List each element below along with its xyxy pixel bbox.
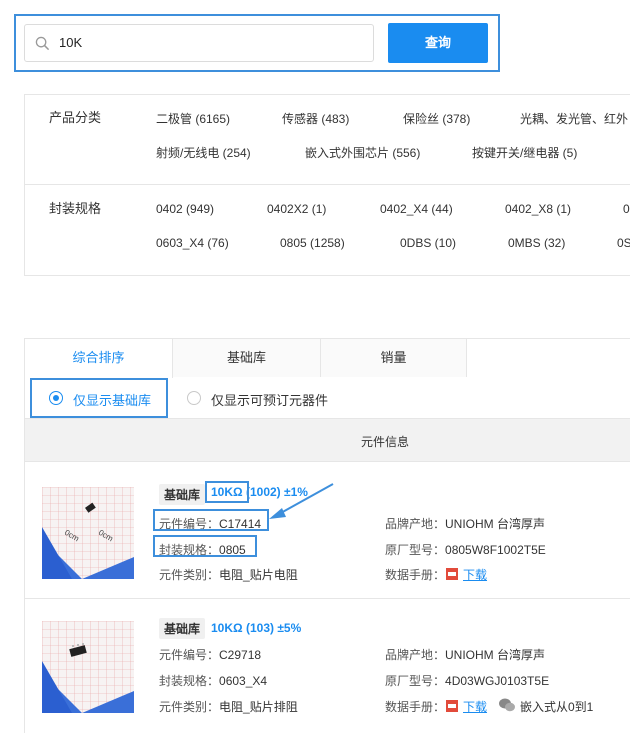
filter-radio-row: 仅显示基础库 仅显示可预订元器件 (25, 378, 630, 418)
filter-option[interactable]: 嵌入式外围芯片 (556) (305, 144, 420, 161)
datasheet-line: 数据手册： 下载 (385, 566, 487, 583)
basic-library-badge: 基础库 (159, 484, 206, 505)
filter-option[interactable]: 0 (623, 202, 630, 216)
brand-value: UNIOHM 台湾厚声 (445, 648, 546, 662)
brand-line: 品牌产地：UNIOHM 台湾厚声 (385, 646, 545, 663)
watermark: 嵌入式从0到1 (498, 692, 630, 720)
results-panel: 综合排序 基础库 销量 仅显示基础库 仅显示可预订元器件 元件信息 0cm 0c… (24, 338, 630, 733)
table-header: 元件信息 (25, 418, 630, 462)
search-input[interactable] (59, 25, 359, 61)
radio-label-orderable-only[interactable]: 仅显示可预订元器件 (211, 390, 328, 409)
filter-row-category: 产品分类 二极管 (6165) 传感器 (483) 保险丝 (378) 光耦、发… (25, 95, 630, 185)
sort-tabs: 综合排序 基础库 销量 (25, 339, 630, 378)
category-value: 电阻_贴片排阻 (219, 700, 298, 714)
category-value: 电阻_贴片电阻 (219, 568, 298, 582)
brand-line: 品牌产地：UNIOHM 台湾厚声 (385, 515, 545, 532)
search-box[interactable] (24, 24, 374, 62)
filter-option[interactable]: 0402 (949) (156, 202, 214, 216)
part-code-highlight-box (153, 509, 269, 531)
category-label: 元件类别： (159, 700, 220, 714)
datasheet-label: 数据手册： (385, 700, 446, 714)
mfr-part-value: 0805W8F1002T5E (445, 543, 546, 557)
pdf-icon (446, 700, 459, 712)
download-link[interactable]: 下载 (463, 568, 487, 582)
package-label: 封装规格： (159, 674, 220, 688)
tab-overall-sort[interactable]: 综合排序 (25, 339, 173, 378)
filter-panel: 产品分类 二极管 (6165) 传感器 (483) 保险丝 (378) 光耦、发… (24, 94, 630, 276)
filter-option[interactable]: 保险丝 (378) (403, 110, 470, 127)
annotation-arrow-icon (269, 483, 334, 519)
filter-option[interactable]: 射频/无线电 (254) (156, 144, 251, 161)
pdf-icon (446, 568, 459, 580)
filter-option[interactable]: 0402X2 (1) (267, 202, 326, 216)
tabs-spacer (467, 339, 630, 377)
mfr-part-label: 原厂型号： (385, 543, 446, 557)
filter-label-category: 产品分类 (49, 110, 102, 125)
product-tolerance: ±5% (277, 621, 302, 635)
filter-option[interactable]: 0DBS (10) (400, 236, 456, 250)
radio-label-basic-only[interactable]: 仅显示基础库 (73, 390, 151, 409)
package-highlight-box (153, 535, 257, 557)
datasheet-line: 数据手册： 下载 (385, 698, 487, 715)
brand-label: 品牌产地： (385, 648, 446, 662)
category-label: 元件类别： (159, 568, 220, 582)
value-highlight-box (205, 481, 249, 503)
table-header-label: 元件信息 (361, 435, 410, 449)
list-item: 0cm 0cm 基础库 10KΩ (1002) ±1% 元件编号：C17414 … (25, 463, 630, 599)
watermark-text: 嵌入式从0到1 (520, 700, 594, 714)
product-value[interactable]: 10KΩ (211, 621, 243, 635)
filter-option[interactable]: 二极管 (6165) (156, 110, 230, 127)
filter-option[interactable]: 0402_X4 (44) (380, 202, 453, 216)
mfr-part-label: 原厂型号： (385, 674, 446, 688)
part-code-line: 元件编号：C29718 (159, 646, 261, 663)
brand-value: UNIOHM 台湾厚声 (445, 517, 546, 531)
mfr-part-value: 4D03WGJ0103T5E (445, 674, 550, 688)
product-name[interactable]: 10KΩ (103) ±5% (211, 621, 301, 635)
filter-option[interactable]: 0603_X4 (76) (156, 236, 229, 250)
filter-option[interactable]: 0S (617, 236, 630, 250)
tab-sales[interactable]: 销量 (321, 339, 467, 377)
package-line: 封装规格：0603_X4 (159, 672, 267, 689)
product-image: 0cm 0cm (42, 487, 134, 579)
filter-option[interactable]: 按键开关/继电器 (5) (472, 144, 577, 161)
filter-row-package: 封装规格 0402 (949) 0402X2 (1) 0402_X4 (44) … (25, 185, 630, 277)
filter-option[interactable]: 光耦、发光管、红外 (520, 110, 628, 127)
category-line: 元件类别：电阻_贴片电阻 (159, 566, 298, 583)
search-button[interactable]: 查询 (388, 23, 488, 63)
filter-option[interactable]: 传感器 (483) (282, 110, 349, 127)
product-image (42, 621, 134, 713)
filter-option[interactable]: 0MBS (32) (508, 236, 565, 250)
search-highlight-box: 查询 (14, 14, 500, 72)
radio-orderable-only[interactable] (187, 391, 201, 405)
search-icon (35, 36, 50, 51)
mfr-part-line: 原厂型号：0805W8F1002T5E (385, 541, 546, 558)
radio-basic-only[interactable] (49, 391, 63, 405)
filter-label-package: 封装规格 (49, 201, 102, 216)
category-line: 元件类别：电阻_贴片排阻 (159, 698, 298, 715)
brand-label: 品牌产地： (385, 517, 446, 531)
download-link[interactable]: 下载 (463, 700, 487, 714)
product-code[interactable]: (103) (243, 621, 278, 635)
part-code-value: C29718 (219, 648, 262, 662)
part-code-label: 元件编号： (159, 648, 220, 662)
mfr-part-line: 原厂型号：4D03WGJ0103T5E (385, 672, 549, 689)
wechat-icon (499, 698, 515, 712)
package-value: 0603_X4 (219, 674, 268, 688)
filter-option[interactable]: 0402_X8 (1) (505, 202, 571, 216)
datasheet-label: 数据手册： (385, 568, 446, 582)
tab-basic-library[interactable]: 基础库 (173, 339, 321, 377)
filter-option[interactable]: 0805 (1258) (280, 236, 345, 250)
basic-library-badge: 基础库 (159, 618, 206, 639)
